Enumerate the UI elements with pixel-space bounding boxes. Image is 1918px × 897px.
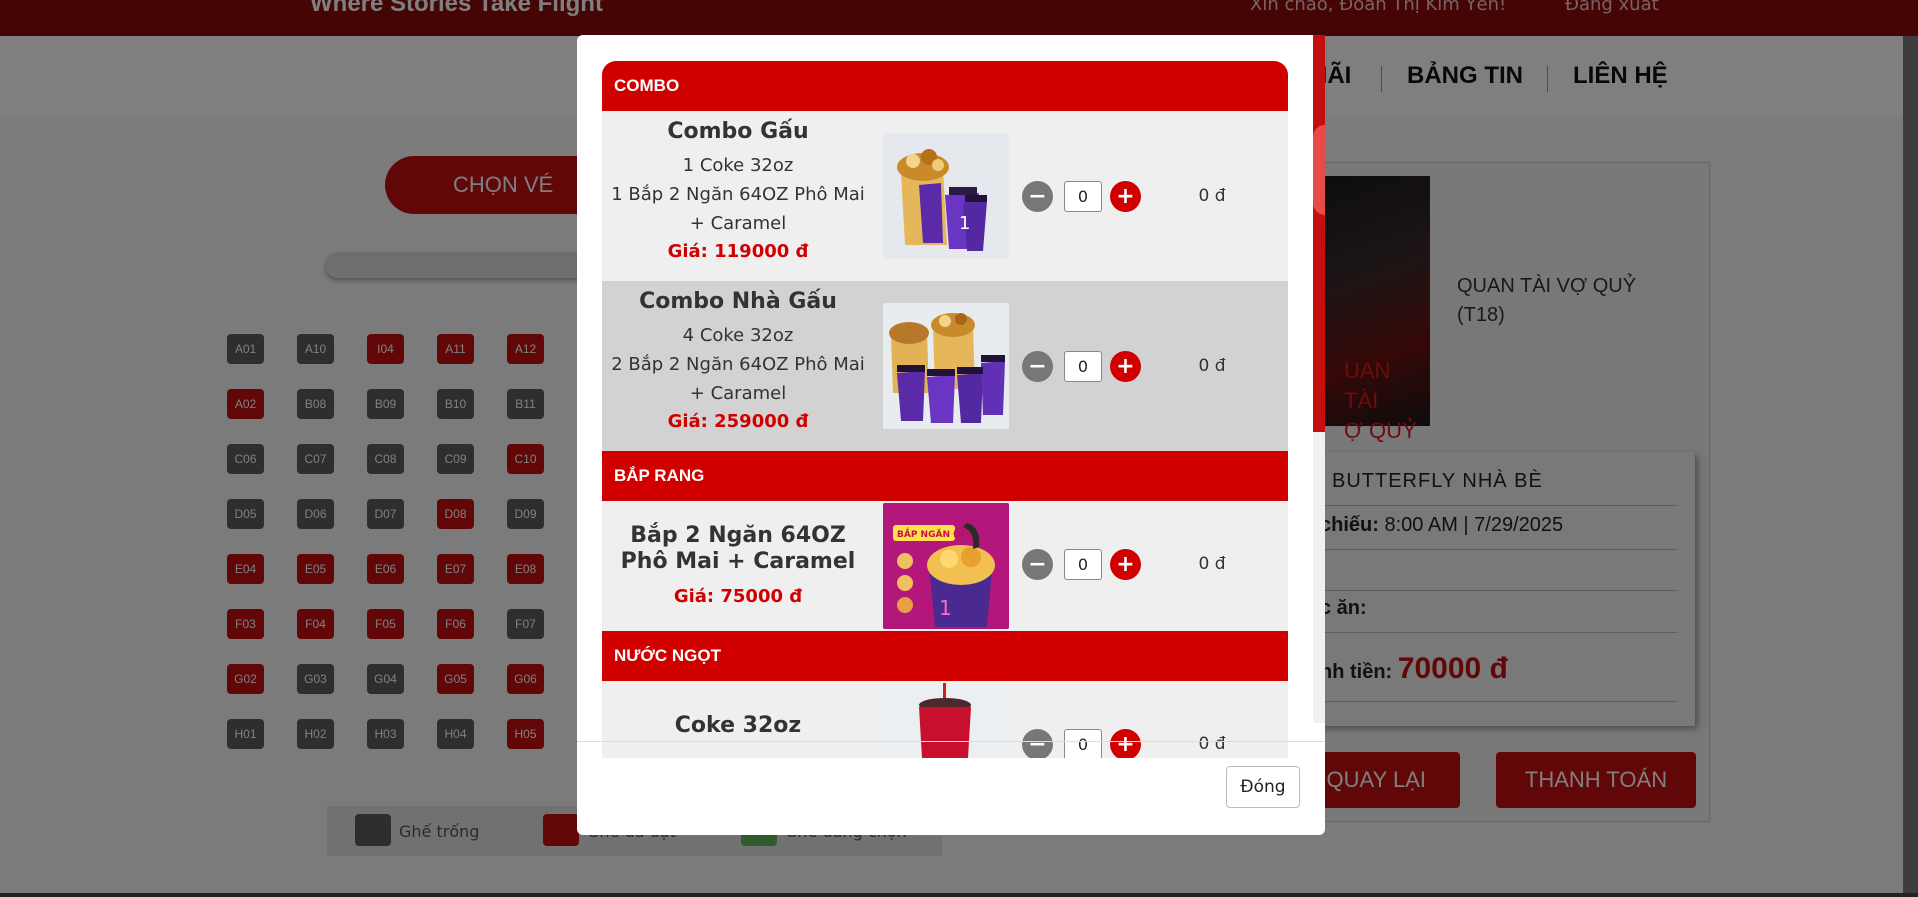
menu-item-price: Giá: 75000 đ — [673, 586, 803, 607]
svg-text:1: 1 — [939, 596, 952, 620]
section-header-popcorn: BẮP RANG — [602, 451, 1288, 501]
modal-footer-divider — [577, 741, 1325, 742]
section-header-drinks: NƯỚC NGỌT — [602, 631, 1288, 681]
svg-text:1: 1 — [959, 213, 970, 234]
menu-item: Combo Nhà Gấu 4 Coke 32oz 2 Bắp 2 Ngăn 6… — [602, 281, 1288, 451]
item-subtotal: 0 đ — [1198, 554, 1226, 574]
coke-image — [883, 683, 1009, 758]
menu-item-text: Bắp 2 Ngăn 64OZ Phô Mai + Caramel Giá: 7… — [602, 523, 874, 611]
quantity-input[interactable]: 0 — [1064, 181, 1102, 212]
combo-bear-image: 1 — [883, 133, 1009, 259]
item-subtotal: 0 đ — [1198, 186, 1226, 206]
food-combo-modal: COMBO Combo Gấu 1 Coke 32oz 1 Bắp 2 Ngăn… — [577, 35, 1325, 835]
quantity-input[interactable]: 0 — [1064, 729, 1102, 758]
decrease-quantity-button[interactable]: − — [1022, 549, 1053, 580]
quantity-input[interactable]: 0 — [1064, 549, 1102, 580]
menu-item-desc: 2 Bắp 2 Ngăn 64OZ Phô Mai + Caramel — [611, 354, 865, 404]
increase-quantity-button[interactable]: + — [1110, 549, 1141, 580]
item-subtotal: 0 đ — [1198, 356, 1226, 376]
menu-item-text: Combo Gấu 1 Coke 32oz 1 Bắp 2 Ngăn 64OZ … — [602, 119, 874, 266]
menu-item: Combo Gấu 1 Coke 32oz 1 Bắp 2 Ngăn 64OZ … — [602, 111, 1288, 281]
menu-item-text: Coke 32oz — [602, 713, 874, 739]
decrease-quantity-button[interactable]: − — [1022, 351, 1053, 382]
menu-item-price: Giá: 119000 đ — [667, 241, 809, 262]
section-header-combo: COMBO — [602, 61, 1288, 111]
modal-scrollbar-thumb[interactable] — [1313, 35, 1325, 432]
menu-item-desc: 1 Coke 32oz — [682, 155, 794, 176]
quantity-input[interactable]: 0 — [1064, 351, 1102, 382]
increase-quantity-button[interactable]: + — [1110, 181, 1141, 212]
menu-item-desc: 1 Bắp 2 Ngăn 64OZ Phô Mai + Caramel — [611, 184, 865, 234]
menu-item-name: Coke 32oz — [674, 713, 802, 738]
modal-scroll-area[interactable]: COMBO Combo Gấu 1 Coke 32oz 1 Bắp 2 Ngăn… — [602, 61, 1288, 758]
item-subtotal: 0 đ — [1198, 734, 1226, 754]
menu-item-name: Combo Gấu — [667, 119, 809, 144]
bottom-border — [0, 893, 1918, 897]
menu-item-name: Combo Nhà Gấu — [639, 289, 837, 314]
menu-item-desc: 4 Coke 32oz — [682, 325, 794, 346]
menu-item-price: Giá: 259000 đ — [667, 411, 809, 432]
double-popcorn-image: BẮP NGĂN ĐÔI 1 — [883, 503, 1009, 629]
combo-bear-house-image — [883, 303, 1009, 429]
decorative-red-edge — [1313, 125, 1325, 215]
increase-quantity-button[interactable]: + — [1110, 729, 1141, 758]
increase-quantity-button[interactable]: + — [1110, 351, 1141, 382]
menu-item: Coke 32oz − 0 + 0 đ — [602, 681, 1288, 758]
decrease-quantity-button[interactable]: − — [1022, 729, 1053, 758]
menu-item-name: Bắp 2 Ngăn 64OZ Phô Mai + Caramel — [620, 523, 856, 574]
menu-item-text: Combo Nhà Gấu 4 Coke 32oz 2 Bắp 2 Ngăn 6… — [602, 289, 874, 436]
menu-item: Bắp 2 Ngăn 64OZ Phô Mai + Caramel Giá: 7… — [602, 501, 1288, 631]
decrease-quantity-button[interactable]: − — [1022, 181, 1053, 212]
close-modal-button[interactable]: Đóng — [1226, 766, 1300, 808]
